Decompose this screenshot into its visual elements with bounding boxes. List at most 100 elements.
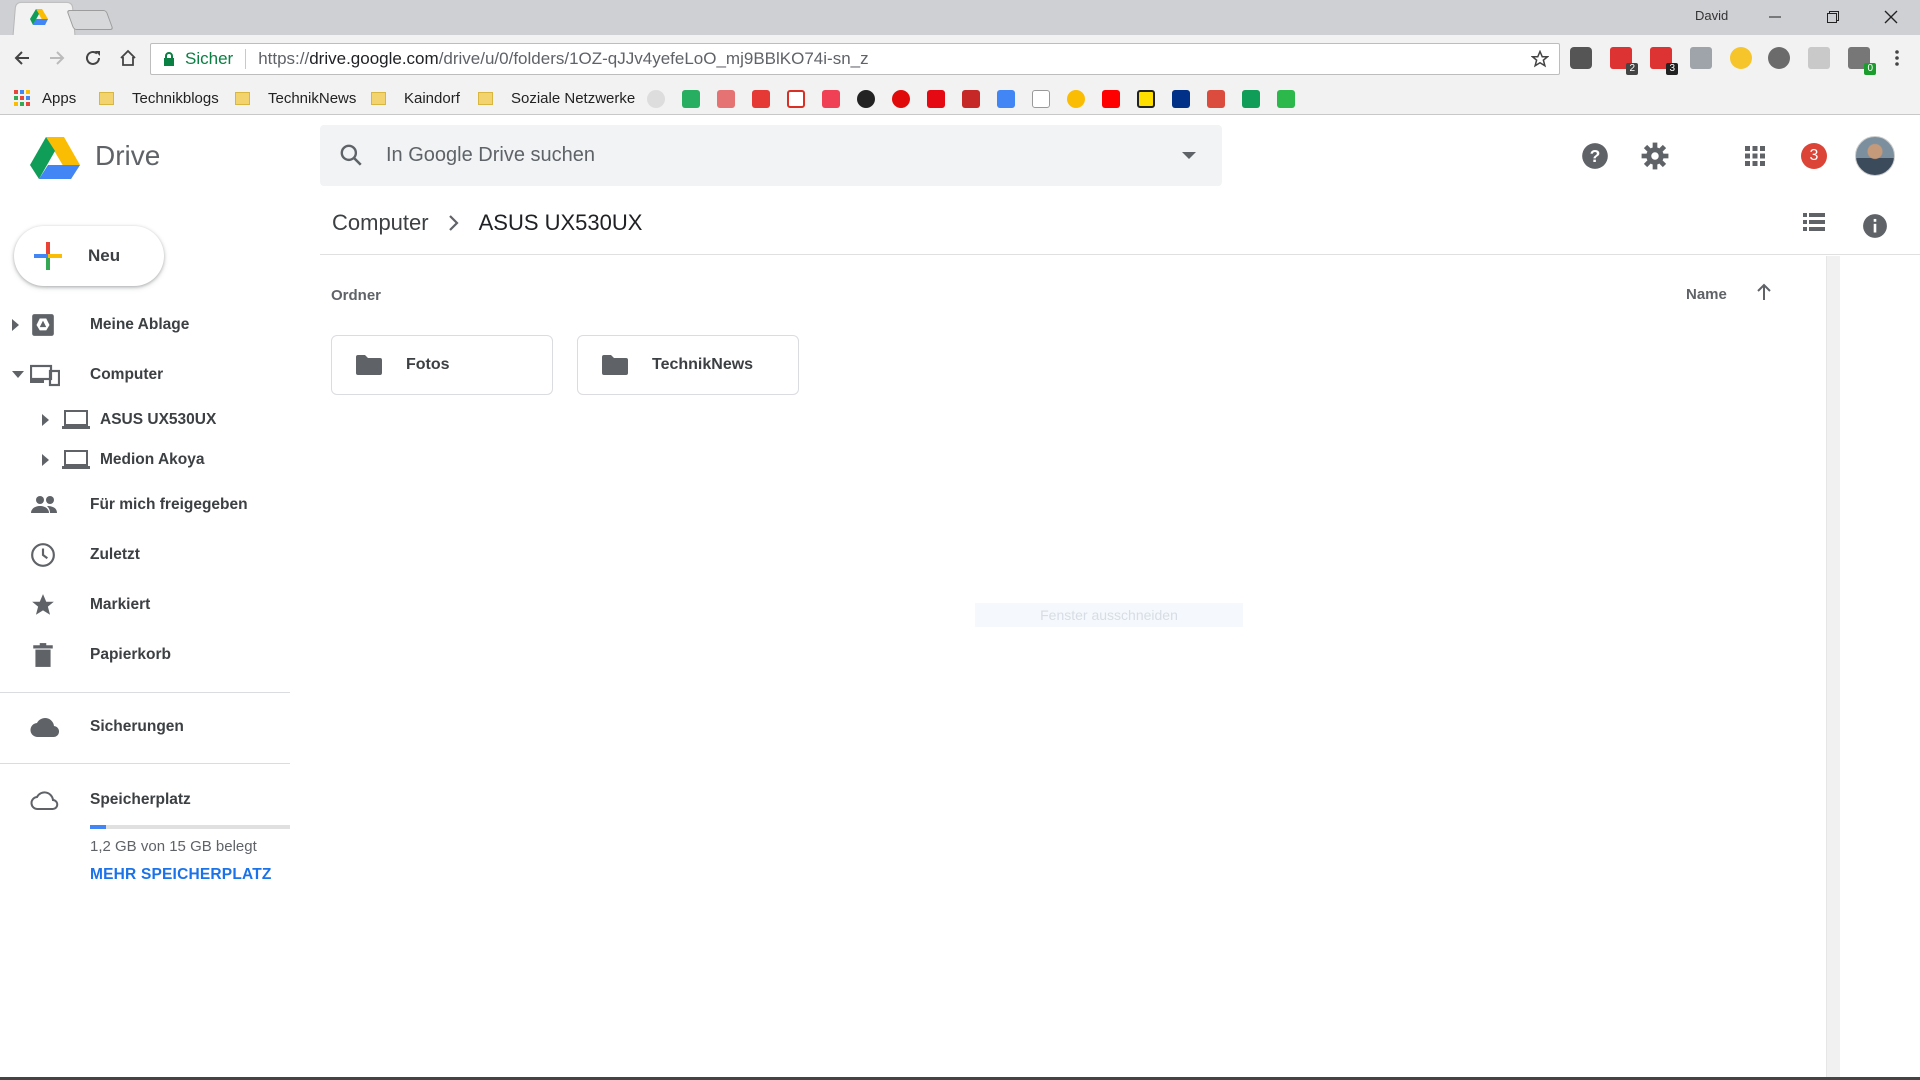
- computers-icon: [30, 363, 60, 387]
- todo-extension-icon[interactable]: 2: [1610, 47, 1638, 75]
- minimize-icon[interactable]: [1752, 4, 1798, 30]
- bookmark-evernote-icon[interactable]: [1277, 90, 1295, 108]
- emoji-extension-icon[interactable]: [1730, 47, 1752, 69]
- breadcrumb: Computer ASUS UX530UX: [332, 210, 642, 236]
- breadcrumb-item-current[interactable]: ASUS UX530UX: [479, 210, 643, 236]
- bookmark-youtube-icon[interactable]: [1102, 90, 1120, 108]
- sidebar-item-asus-ux530ux[interactable]: ASUS UX530UX: [0, 400, 290, 440]
- forward-icon[interactable]: [45, 46, 69, 70]
- sidebar-item-storage[interactable]: Speicherplatz: [0, 780, 290, 820]
- content-scrollbar[interactable]: [1826, 256, 1840, 1080]
- cloud-outline-icon: [30, 789, 60, 811]
- sidebar-item-medion-akoya[interactable]: Medion Akoya: [0, 440, 290, 480]
- sidebar-item-backups[interactable]: Sicherungen: [0, 707, 290, 747]
- search-icon[interactable]: [338, 142, 364, 168]
- help-icon[interactable]: ?: [1579, 140, 1611, 172]
- sidebar-item-label: ASUS UX530UX: [100, 411, 217, 428]
- new-button[interactable]: Neu: [14, 226, 164, 286]
- plus-icon: [32, 240, 64, 272]
- bookmark-drive-icon[interactable]: [1242, 90, 1260, 108]
- sidebar-item-recent[interactable]: Zuletzt: [0, 535, 290, 575]
- bookmark-gmail-icon[interactable]: [787, 90, 805, 108]
- sidebar-item-starred[interactable]: Markiert: [0, 585, 290, 625]
- folder-name: Fotos: [406, 356, 450, 373]
- bookmark-dots-icon[interactable]: [962, 90, 980, 108]
- drive-logo-icon[interactable]: [30, 137, 80, 179]
- sidebar-item-shared-with-me[interactable]: Für mich freigegeben: [0, 485, 290, 525]
- bookmark-apps[interactable]: Apps: [14, 88, 76, 108]
- pocket-extension-icon[interactable]: [1570, 47, 1592, 69]
- sidebar-item-my-drive[interactable]: Meine Ablage: [0, 305, 290, 345]
- bookmark-folder-kaindorf[interactable]: Kaindorf: [371, 88, 460, 108]
- buy-storage-link[interactable]: MEHR SPEICHERPLATZ: [90, 866, 272, 884]
- evernote-extension-icon[interactable]: [1768, 47, 1790, 69]
- home-icon[interactable]: [116, 46, 140, 70]
- bookmark-star-icon[interactable]: [1531, 50, 1549, 68]
- bookmark-todoist-icon[interactable]: [1207, 90, 1225, 108]
- sort-ascending-arrow-icon[interactable]: [1756, 283, 1772, 301]
- expand-arrow-icon[interactable]: [42, 414, 50, 426]
- bookmark-folder-technikblogs[interactable]: Technikblogs: [99, 88, 219, 108]
- bookmark-send-icon[interactable]: [682, 90, 700, 108]
- sidebar-item-label: Papierkorb: [90, 646, 171, 663]
- bookmark-netflix-icon[interactable]: [927, 90, 945, 108]
- browser-toolbar: Sicher https:// drive.google.com /drive/…: [0, 35, 1920, 82]
- address-bar[interactable]: Sicher https:// drive.google.com /drive/…: [150, 43, 1560, 75]
- screenshot-extension-icon[interactable]: [1808, 47, 1830, 69]
- bookmark-photos-icon[interactable]: [1067, 90, 1085, 108]
- restore-icon[interactable]: [1810, 4, 1856, 30]
- sidebar-item-trash[interactable]: Papierkorb: [0, 635, 290, 675]
- close-window-icon[interactable]: [1868, 4, 1914, 30]
- breadcrumb-item-computer[interactable]: Computer: [332, 210, 429, 236]
- bookmark-pocket-icon[interactable]: [822, 90, 840, 108]
- notifications-badge[interactable]: 3: [1801, 143, 1827, 169]
- laptop-icon: [62, 410, 90, 430]
- collapse-arrow-icon[interactable]: [12, 371, 24, 379]
- bookmark-amazon-icon[interactable]: [1032, 90, 1050, 108]
- todoist-extension-icon[interactable]: 3: [1650, 47, 1678, 75]
- bookmark-folder-soziale-netzwerke[interactable]: Soziale Netzwerke: [478, 88, 635, 108]
- settings-gear-icon[interactable]: [1639, 140, 1671, 172]
- bookmark-threema-icon[interactable]: [647, 90, 665, 108]
- list-view-icon[interactable]: [1803, 213, 1825, 231]
- bookmark-paypal-icon[interactable]: [1172, 90, 1190, 108]
- google-apps-icon[interactable]: [1739, 140, 1771, 172]
- app-name[interactable]: Drive: [95, 140, 160, 172]
- people-icon: [30, 495, 58, 515]
- sidebar-item-label: Speicherplatz: [90, 791, 191, 808]
- bookmark-heart-icon[interactable]: [752, 90, 770, 108]
- reload-icon[interactable]: [81, 46, 105, 70]
- trash-icon: [30, 642, 56, 668]
- search-input[interactable]: [386, 125, 1146, 186]
- back-icon[interactable]: [10, 46, 34, 70]
- bookmark-opera-icon[interactable]: [892, 90, 910, 108]
- folder-card[interactable]: Fotos: [331, 335, 553, 395]
- browser-titlebar: David: [0, 0, 1920, 36]
- search-bar[interactable]: [320, 125, 1222, 186]
- sort-by-name[interactable]: Name: [1686, 286, 1727, 303]
- bookmark-raiffeisen-icon[interactable]: [1137, 90, 1155, 108]
- search-options-icon[interactable]: [1182, 152, 1196, 160]
- expand-arrow-icon[interactable]: [42, 454, 50, 466]
- new-tab-button[interactable]: [66, 10, 114, 30]
- snip-window-tooltip: Fenster ausschneiden: [975, 603, 1243, 627]
- folder-icon: [356, 355, 382, 375]
- avatar[interactable]: [1855, 136, 1895, 176]
- profile-name[interactable]: David: [1695, 8, 1728, 23]
- bookmark-spotify-icon[interactable]: [857, 90, 875, 108]
- person-extension-icon[interactable]: [1690, 47, 1712, 69]
- lock-icon: [163, 52, 175, 66]
- info-icon[interactable]: [1862, 213, 1888, 239]
- folder-card[interactable]: TechnikNews: [577, 335, 799, 395]
- browser-menu-icon[interactable]: [1885, 46, 1909, 70]
- url-host: drive.google.com: [309, 49, 439, 68]
- bookmark-label: Technikblogs: [132, 89, 219, 107]
- expand-arrow-icon[interactable]: [12, 319, 20, 331]
- bookmark-folder-techniknews[interactable]: TechnikNews: [235, 88, 356, 108]
- clock-icon: [30, 542, 56, 568]
- star-icon: [30, 592, 56, 618]
- bookmark-calendar-icon[interactable]: [997, 90, 1015, 108]
- sidebar-item-computers[interactable]: Computer: [0, 355, 290, 395]
- bookmark-airline-icon[interactable]: [717, 90, 735, 108]
- adblock-extension-icon[interactable]: 0: [1848, 47, 1876, 75]
